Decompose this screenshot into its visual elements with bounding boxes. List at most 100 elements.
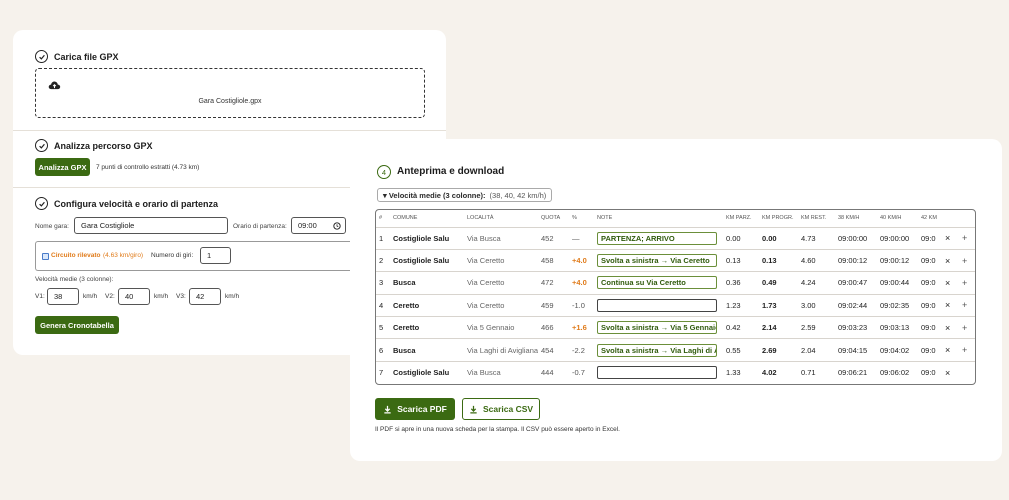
generate-timetable-button[interactable]: Genera Cronotabella	[35, 316, 119, 334]
note-input[interactable]: Svolta a sinistra → Via 5 Gennaio	[597, 321, 717, 335]
delete-row-icon[interactable]: ×	[942, 248, 959, 272]
note-input[interactable]: PARTENZA; ARRIVO	[597, 231, 717, 245]
col-header	[942, 210, 959, 227]
add-row-icon[interactable]: +	[959, 338, 975, 362]
cell-km-progr: 2.69	[759, 338, 798, 362]
circuit-checkbox[interactable]	[42, 253, 49, 260]
gpx-drop-zone[interactable]: Gara Costigliole.gpx	[35, 68, 425, 118]
cell-time-42: 09:0	[918, 293, 942, 317]
cell-quota: 452	[538, 226, 569, 250]
row-number: 1	[376, 226, 390, 250]
start-time-value: 09:00	[298, 221, 317, 230]
add-row-icon[interactable]: +	[959, 316, 975, 339]
cell-time-42: 09:0	[918, 316, 942, 339]
cell-note: Svolta a sinistra → Via Ceretto	[594, 248, 723, 272]
add-row-icon[interactable]: +	[959, 248, 975, 272]
delete-row-icon[interactable]: ×	[942, 271, 959, 295]
cell-time-40: 09:03:13	[877, 316, 918, 339]
v3-input[interactable]: 42	[189, 288, 221, 305]
cell-time-40: 09:00:44	[877, 271, 918, 295]
cell-km-rest: 2.04	[798, 338, 835, 362]
step-configure-header: Configura velocità e orario di partenza	[35, 197, 218, 210]
cell-note: PARTENZA; ARRIVO	[594, 226, 723, 250]
v2-label: V2:	[105, 293, 115, 300]
cell-time-42: 09:0	[918, 226, 942, 250]
step-configure-title: Configura velocità e orario di partenza	[54, 198, 219, 209]
cell-grade: -1.0	[569, 293, 594, 317]
cell-km-parz: 1.33	[723, 360, 759, 384]
table-row: 4 Ceretto Via Ceretto 459 -1.0 1.23 1.73 3.00 09…	[376, 293, 975, 317]
cell-km-parz: 0.00	[723, 226, 759, 250]
speeds-label: Velocità medie (3 colonne):	[35, 276, 114, 283]
add-row-icon[interactable]: +	[959, 226, 975, 250]
add-row-icon[interactable]	[959, 360, 975, 384]
cell-grade: +4.0	[569, 248, 594, 272]
race-name-label: Nome gara:	[35, 223, 69, 230]
cell-km-progr: 4.02	[759, 360, 798, 384]
v1-input[interactable]: 38	[47, 288, 79, 305]
table-row: 1 Costigliole Salu Via Busca 452— PARTENZA; …	[376, 226, 975, 250]
download-pdf-button[interactable]: Scarica PDF	[375, 398, 455, 420]
cell-note: Continua su Via Ceretto	[594, 271, 723, 295]
cell-localita: Via 5 Gennaio	[464, 316, 538, 339]
cell-km-progr: 0.13	[759, 248, 798, 272]
col-header: KM PROGR.	[762, 215, 794, 222]
timetable: # COMUNE LOCALITÀ QUOTA % NOTE KM PARZ. …	[375, 209, 976, 385]
note-input[interactable]: Svolta a sinistra → Via Ceretto	[597, 254, 717, 268]
note-input[interactable]: Continua su Via Ceretto	[597, 276, 717, 290]
cell-grade: -2.2	[569, 338, 594, 362]
col-header: 38 KM/H	[838, 215, 860, 222]
delete-row-icon[interactable]: ×	[942, 338, 959, 362]
delete-row-icon[interactable]: ×	[942, 293, 959, 317]
delete-row-icon[interactable]: ×	[942, 226, 959, 250]
download-icon	[384, 405, 391, 414]
divider	[13, 130, 446, 131]
cell-comune: Busca	[390, 271, 464, 295]
cell-time-40: 09:04:02	[877, 338, 918, 362]
cell-km-parz: 0.13	[723, 248, 759, 272]
note-input[interactable]	[597, 298, 717, 312]
table-row: 3 Busca Via Ceretto 472 +4.0 Continua su Via …	[376, 271, 975, 295]
cell-time-40: 09:00:12	[877, 248, 918, 272]
analyze-gpx-button[interactable]: Analizza GPX	[35, 158, 90, 176]
preview-card: 4 Anteprima e download ▾ Velocità medie …	[350, 139, 1002, 461]
cell-km-rest: 4.73	[798, 226, 835, 250]
v3-unit: km/h	[225, 293, 240, 300]
add-row-icon[interactable]: +	[959, 271, 975, 295]
download-icon	[470, 405, 477, 414]
cell-km-progr: 0.00	[759, 226, 798, 250]
delete-row-icon[interactable]: ×	[942, 360, 959, 384]
start-time-input[interactable]: 09:00	[291, 217, 346, 234]
race-name-input[interactable]: Gara Costigliole	[74, 217, 228, 234]
col-header: 40 KM/H	[880, 215, 902, 222]
cell-comune: Busca	[390, 338, 464, 362]
delete-row-icon[interactable]: ×	[942, 316, 959, 339]
v2-unit: km/h	[154, 293, 169, 300]
cell-note: Svolta a sinistra → Via Laghi di Aviglia…	[594, 338, 723, 362]
laps-label: Numero di giri:	[151, 252, 194, 259]
cell-km-parz: 0.36	[723, 271, 759, 295]
cell-time-40: 09:06:02	[877, 360, 918, 384]
cell-km-rest: 3.00	[798, 293, 835, 317]
note-input[interactable]: Svolta a sinistra → Via Laghi di Aviglia…	[597, 343, 717, 357]
check-circle-icon	[35, 197, 48, 210]
cell-comune: Costigliole Salu	[390, 226, 464, 250]
v2-input[interactable]: 40	[118, 288, 150, 305]
col-header: QUOTA	[541, 215, 561, 222]
col-header: KM REST.	[801, 215, 827, 222]
cell-km-parz: 0.55	[723, 338, 759, 362]
cell-localita: Via Ceretto	[464, 293, 538, 317]
col-header: LOCALITÀ	[467, 215, 494, 222]
cell-grade: +1.6	[569, 316, 594, 339]
cell-time-38: 09:04:15	[835, 338, 877, 362]
speeds-summary-toggle[interactable]: ▾ Velocità medie (3 colonne): (38, 40, 4…	[377, 188, 553, 202]
add-row-icon[interactable]: +	[959, 293, 975, 317]
download-csv-button[interactable]: Scarica CSV	[462, 398, 540, 420]
cell-km-rest: 4.24	[798, 271, 835, 295]
step-upload-title: Carica file GPX	[54, 51, 119, 62]
cell-note	[594, 293, 723, 317]
table-row: 7 Costigliole Salu Via Busca 444 -0.7 1.33 4.0…	[376, 360, 975, 384]
laps-input[interactable]: 1	[200, 247, 231, 264]
note-input[interactable]	[597, 366, 717, 380]
step-number-badge: 4	[377, 165, 391, 179]
